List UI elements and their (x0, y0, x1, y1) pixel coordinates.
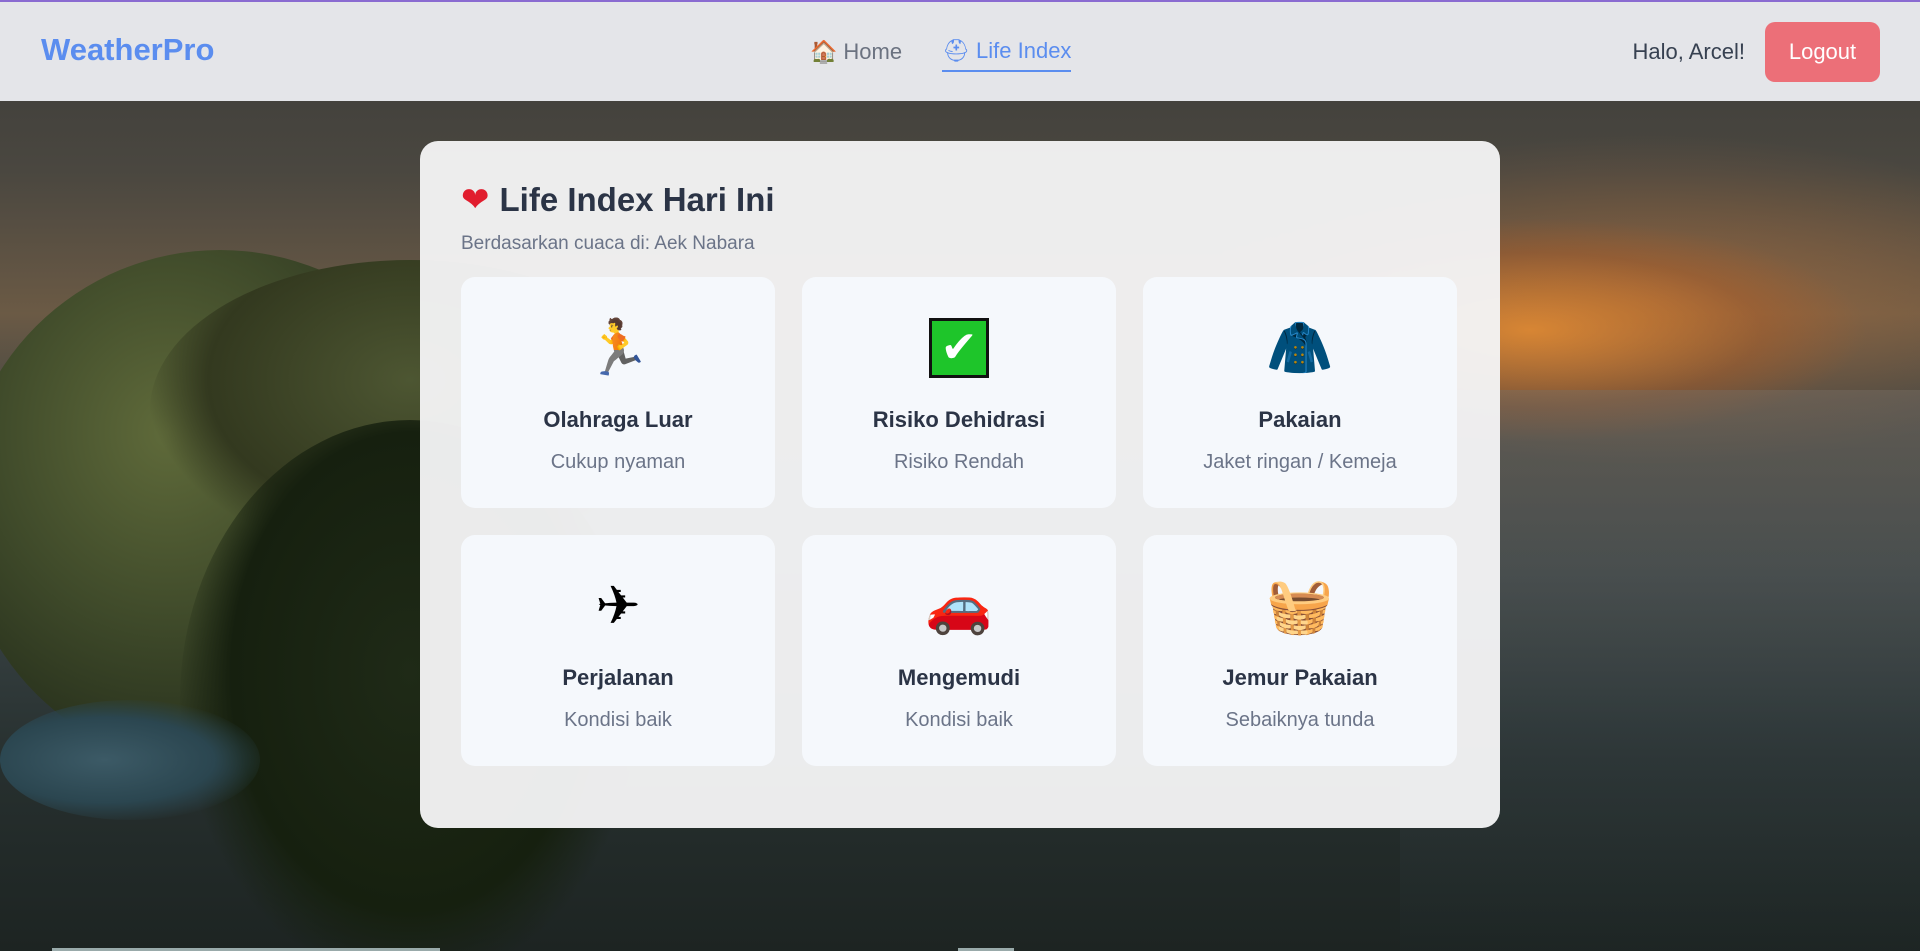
house-icon: 🏠 (810, 39, 838, 64)
car-icon: 🚗 (925, 576, 993, 636)
index-tile-title: Olahraga Luar (543, 407, 693, 432)
index-tile-value: Kondisi baik (564, 709, 672, 731)
index-tile-title: Risiko Dehidrasi (872, 407, 1046, 432)
index-tile-value: Risiko Rendah (893, 451, 1025, 473)
brand-logo[interactable]: WeatherPro (41, 32, 214, 68)
index-tile-title: Perjalanan (562, 665, 674, 690)
user-greeting: Halo, Arcel! (1632, 39, 1746, 64)
index-tile-title: Jemur Pakaian (1222, 665, 1378, 690)
nav-link-label: Life Index (976, 38, 1072, 63)
index-tile-value: Kondisi baik (905, 709, 1013, 731)
index-tile-outdoor-sport: 🏃 Olahraga Luar Cukup nyaman (461, 277, 775, 508)
nav-link-home[interactable]: 🏠 Home (810, 38, 902, 72)
heart-icon: ❤ (461, 181, 490, 219)
index-tile-title: Pakaian (1258, 407, 1342, 432)
airplane-icon: ✈ (595, 576, 641, 636)
life-index-card: ❤ Life Index Hari Ini Berdasarkan cuaca … (420, 141, 1500, 828)
index-tile-value: Cukup nyaman (550, 451, 686, 473)
index-tile-driving: 🚗 Mengemudi Kondisi baik (802, 535, 1116, 766)
life-index-icon: ⛑ (942, 38, 971, 63)
background-lake (0, 700, 260, 820)
top-accent-line (0, 0, 1920, 2)
checkmark-box: ✔ (929, 318, 989, 378)
nav-links: 🏠 Home ⛑ Life Index (810, 38, 1072, 72)
index-tile-travel: ✈ Perjalanan Kondisi baik (461, 535, 775, 766)
jacket-icon: 🧥 (1266, 318, 1334, 378)
nav-link-label: Home (843, 39, 903, 64)
index-tile-value: Sebaiknya tunda (1225, 709, 1375, 731)
card-header: ❤ Life Index Hari Ini (461, 181, 1459, 219)
navbar: WeatherPro 🏠 Home ⛑ Life Index Halo, Arc… (0, 2, 1920, 101)
checkmark-icon: ✔ (929, 317, 989, 379)
page-title: Life Index Hari Ini (499, 181, 775, 218)
location-subtitle: Berdasarkan cuaca di: Aek Nabara (461, 233, 755, 254)
logout-button[interactable]: Logout (1765, 22, 1880, 82)
laundry-basket-icon: 🧺 (1266, 576, 1334, 636)
index-tile-laundry: 🧺 Jemur Pakaian Sebaiknya tunda (1143, 535, 1457, 766)
user-area: Halo, Arcel! Logout (1632, 22, 1880, 82)
index-tile-value: Jaket ringan / Kemeja (1203, 451, 1397, 473)
runner-icon: 🏃 (584, 318, 652, 378)
index-tile-dehydration: ✔ Risiko Dehidrasi Risiko Rendah (802, 277, 1116, 508)
life-index-grid: 🏃 Olahraga Luar Cukup nyaman ✔ Risiko De… (461, 277, 1459, 766)
nav-link-life-index[interactable]: ⛑ Life Index (942, 38, 1072, 72)
index-tile-title: Mengemudi (897, 665, 1021, 690)
index-tile-clothing: 🧥 Pakaian Jaket ringan / Kemeja (1143, 277, 1457, 508)
